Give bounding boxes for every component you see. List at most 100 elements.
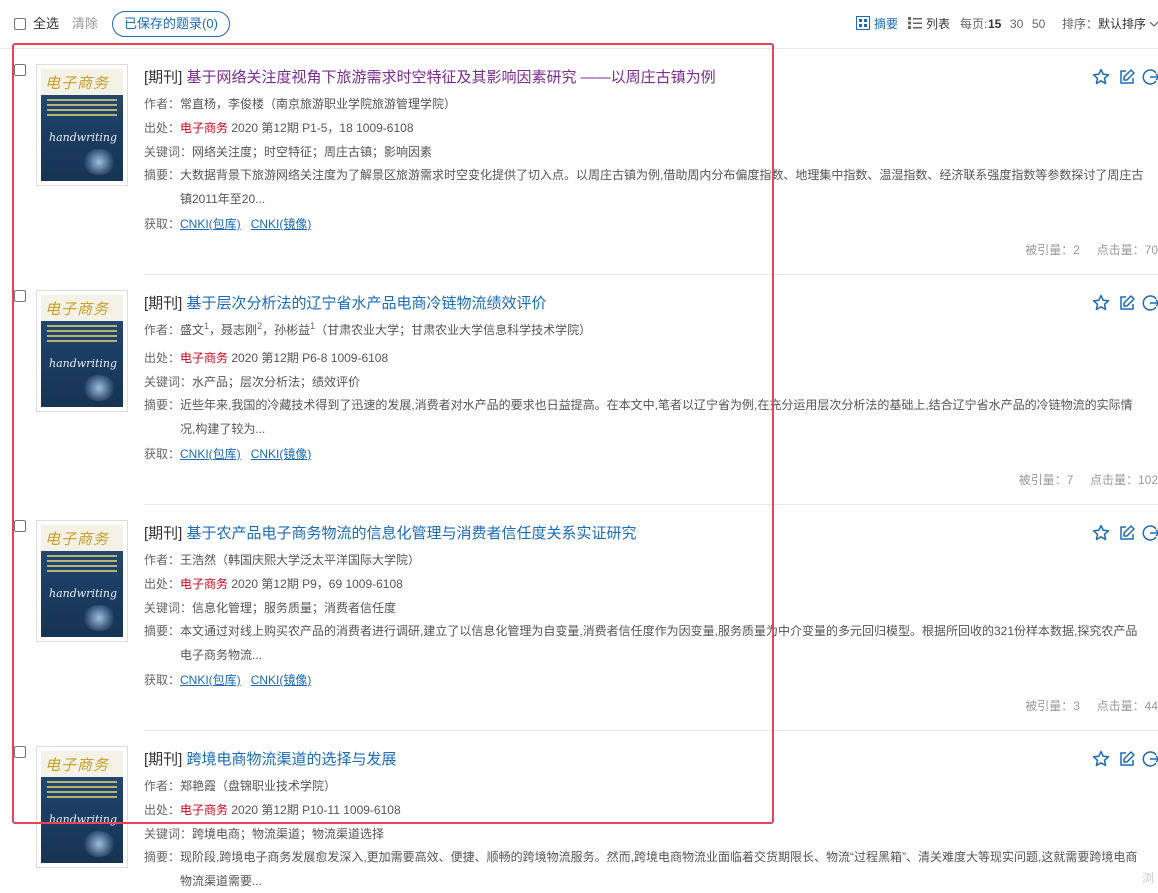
select-all-label[interactable]: 全选: [33, 17, 59, 31]
record-stats: 被引量：2 点击量：70: [1025, 243, 1158, 257]
saved-records-button[interactable]: 已保存的题录(0): [112, 11, 230, 37]
source-journal-link[interactable]: 电子商务: [180, 121, 228, 135]
share-icon[interactable]: [1142, 750, 1158, 768]
abstract-view-icon[interactable]: [856, 16, 870, 30]
result-record: 电子商务 handwriting [期刊] 基于农产品电子商务物流的信息化管理与…: [0, 520, 1158, 720]
record-type: [期刊]: [144, 295, 183, 312]
cover-logo: 电子商务: [45, 300, 110, 318]
record-type: [期刊]: [144, 751, 183, 768]
record-checkbox[interactable]: [14, 290, 26, 302]
cover-text: handwriting: [49, 813, 118, 826]
record-source: 出处：电子商务 2020 第12期 P9，69 1009-6108: [144, 577, 403, 591]
record-title-link[interactable]: 基于网络关注度视角下旅游需求时空特征及其影响因素研究 ——以周庄古镇为例: [187, 69, 716, 86]
per-page-15[interactable]: 15: [988, 17, 1001, 31]
star-icon[interactable]: [1092, 750, 1110, 768]
record-access: 获取：CNKI(包库) CNKI(镜像): [144, 217, 312, 231]
source-journal-link[interactable]: 电子商务: [180, 577, 228, 591]
record-abstract: 摘要： 近些年来,我国的冷藏技术得到了迅速的发展,消费者对水产品的要求也日益提高…: [144, 398, 1133, 436]
list-view-button[interactable]: 列表: [926, 17, 950, 31]
record-checkbox[interactable]: [14, 520, 26, 532]
record-abstract: 摘要： 本文通过对线上购买农产品的消费者进行调研,建立了以信息化管理为自变量,消…: [144, 624, 1138, 662]
record-source: 出处：电子商务 2020 第12期 P1-5，18 1009-6108: [144, 121, 414, 135]
record-abstract: 摘要： 大数据背景下旅游网络关注度为了解景区旅游需求时空变化提供了切入点。以周庄…: [144, 168, 1144, 206]
record-checkbox[interactable]: [14, 64, 26, 76]
record-keywords: 关键词：信息化管理；服务质量；消费者信任度: [144, 601, 397, 615]
record-title: [期刊] 基于层次分析法的辽宁省水产品电商冷链物流绩效评价: [144, 295, 547, 313]
record-title-link[interactable]: 基于农产品电子商务物流的信息化管理与消费者信任度关系实证研究: [187, 525, 637, 542]
cnki-mirror-link[interactable]: CNKI(镜像): [251, 447, 312, 461]
record-authors: 作者：王浩然（韩国庆熙大学泛太平洋国际大学院）: [144, 553, 421, 567]
record-type: [期刊]: [144, 69, 183, 86]
result-record: 电子商务 handwriting [期刊] 跨境电商物流渠道的选择与发展 作者：…: [0, 746, 1158, 888]
record-checkbox[interactable]: [14, 746, 26, 758]
record-access: 获取：CNKI(包库) CNKI(镜像): [144, 447, 312, 461]
cnki-package-link[interactable]: CNKI(包库): [180, 673, 241, 687]
journal-cover[interactable]: 电子商务 handwriting: [36, 520, 128, 642]
record-type: [期刊]: [144, 525, 183, 542]
edit-icon[interactable]: [1118, 524, 1136, 542]
results-toolbar: 全选 清除 已保存的题录(0) 摘要 列表 每页: 15 30 50 排序： 默…: [0, 0, 1158, 49]
record-authors: 作者：盛文1，聂志刚2，孙彬益1（甘肃农业大学；甘肃农业大学信息科学技术学院）: [144, 321, 592, 338]
journal-cover[interactable]: 电子商务 handwriting: [36, 746, 128, 868]
cover-logo: 电子商务: [45, 756, 110, 774]
record-divider: [144, 274, 1158, 275]
result-record: 电子商务 handwriting [期刊] 基于层次分析法的辽宁省水产品电商冷链…: [0, 290, 1158, 490]
record-title-link[interactable]: 基于层次分析法的辽宁省水产品电商冷链物流绩效评价: [187, 295, 547, 312]
click-count: 70: [1144, 243, 1158, 257]
star-icon[interactable]: [1092, 68, 1110, 86]
record-stats: 被引量：7 点击量：102: [1018, 473, 1158, 487]
star-icon[interactable]: [1092, 294, 1110, 312]
record-divider: [144, 504, 1158, 505]
cnki-package-link[interactable]: CNKI(包库): [180, 447, 241, 461]
cited-count: 2: [1073, 243, 1080, 257]
cover-text: handwriting: [49, 357, 118, 370]
share-icon[interactable]: [1142, 68, 1158, 86]
edit-icon[interactable]: [1118, 294, 1136, 312]
cited-count: 3: [1073, 699, 1080, 713]
cover-text: handwriting: [49, 131, 118, 144]
sort-dropdown[interactable]: 默认排序: [1098, 17, 1146, 31]
journal-cover[interactable]: 电子商务 handwriting: [36, 290, 128, 412]
cover-text: handwriting: [49, 587, 118, 600]
abstract-view-button[interactable]: 摘要: [874, 17, 898, 31]
per-page-50[interactable]: 50: [1032, 17, 1045, 31]
journal-cover[interactable]: 电子商务 handwriting: [36, 64, 128, 186]
corner-text: 浏: [1141, 871, 1154, 885]
source-journal-link[interactable]: 电子商务: [180, 803, 228, 817]
record-title: [期刊] 基于农产品电子商务物流的信息化管理与消费者信任度关系实证研究: [144, 525, 637, 543]
click-count: 102: [1137, 473, 1158, 487]
star-icon[interactable]: [1092, 524, 1110, 542]
click-count: 44: [1144, 699, 1158, 713]
share-icon[interactable]: [1142, 294, 1158, 312]
record-keywords: 关键词：跨境电商；物流渠道；物流渠道选择: [144, 827, 385, 841]
cnki-mirror-link[interactable]: CNKI(镜像): [251, 673, 312, 687]
record-abstract: 摘要： 现阶段,跨境电子商务发展愈发深入,更加需要高效、便捷、顺畅的跨境物流服务…: [144, 850, 1138, 888]
cover-logo: 电子商务: [45, 74, 110, 92]
result-record: 电子商务 handwriting [期刊] 基于网络关注度视角下旅游需求时空特征…: [0, 64, 1158, 264]
record-stats: 被引量：3 点击量：44: [1025, 699, 1158, 713]
record-authors: 作者：常直杨，李俊楼（南京旅游职业学院旅游管理学院）: [144, 97, 457, 111]
record-divider: [144, 730, 1158, 731]
list-view-icon[interactable]: [908, 16, 922, 30]
record-title-link[interactable]: 跨境电商物流渠道的选择与发展: [187, 751, 397, 768]
chevron-down-icon[interactable]: [1150, 20, 1158, 28]
sort-label: 排序：: [1062, 17, 1099, 31]
record-title: [期刊] 跨境电商物流渠道的选择与发展: [144, 751, 397, 769]
record-source: 出处：电子商务 2020 第12期 P6-8 1009-6108: [144, 351, 389, 365]
record-source: 出处：电子商务 2020 第12期 P10-11 1009-6108: [144, 803, 401, 817]
record-keywords: 关键词：水产品；层次分析法；绩效评价: [144, 375, 361, 389]
source-journal-link[interactable]: 电子商务: [180, 351, 228, 365]
cover-logo: 电子商务: [45, 530, 110, 548]
record-access: 获取：CNKI(包库) CNKI(镜像): [144, 673, 312, 687]
edit-icon[interactable]: [1118, 68, 1136, 86]
cnki-package-link[interactable]: CNKI(包库): [180, 217, 241, 231]
record-authors: 作者：郑艳霞（盘锦职业技术学院）: [144, 779, 337, 793]
per-page-label: 每页:: [960, 17, 988, 31]
clear-button[interactable]: 清除: [72, 17, 98, 31]
edit-icon[interactable]: [1118, 750, 1136, 768]
record-keywords: 关键词：网络关注度；时空特征；周庄古镇；影响因素: [144, 145, 433, 159]
select-all-checkbox[interactable]: [14, 18, 26, 30]
per-page-30[interactable]: 30: [1010, 17, 1023, 31]
cnki-mirror-link[interactable]: CNKI(镜像): [251, 217, 312, 231]
share-icon[interactable]: [1142, 524, 1158, 542]
